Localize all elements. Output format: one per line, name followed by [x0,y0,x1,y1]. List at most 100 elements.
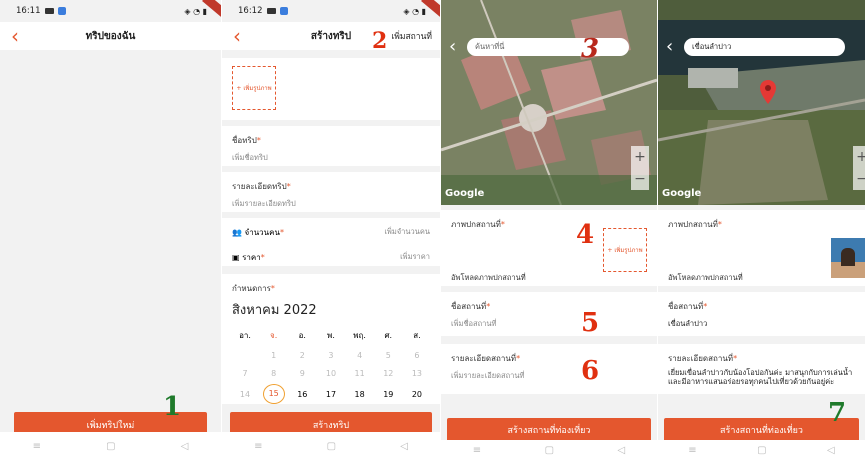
price-row[interactable]: ▣ ราคา* เพิ่มราคา [232,251,430,264]
menu-icon[interactable]: ≡ [473,445,481,456]
place-photo-section: ภาพปกสถานที่* + เพิ่มรูปภาพ อัพโหลดภาพปก… [441,210,657,286]
calendar-day: 10 [325,369,337,378]
google-logo: Google [662,188,702,199]
place-name-field[interactable]: เพิ่มชื่อสถานที่ [451,318,647,330]
calendar-day[interactable]: 20 [406,390,428,399]
calendar-day[interactable]: 17 [320,390,342,399]
required-mark: * [256,136,261,145]
price-field[interactable]: เพิ่มราคา [400,251,430,264]
status-bar: 16:11 ◈ ◔ ▮ [0,0,221,23]
home-icon[interactable]: ▢ [327,441,336,452]
back-arrow-icon[interactable]: ‹ [449,36,456,57]
home-icon[interactable]: ▢ [545,445,554,456]
menu-icon[interactable]: ≡ [688,445,696,456]
step-number: 1 [163,392,182,422]
menu-icon[interactable]: ≡ [254,441,262,452]
upload-cover-label: อัพโหลดภาพปกสถานที่ [451,273,526,282]
calendar-day: 3 [328,351,334,360]
back-icon[interactable]: ◁ [827,445,835,456]
calendar-month: สิงหาคม 2022 [232,303,317,318]
add-photo-button[interactable]: + เพิ่มรูปภาพ [232,66,276,110]
add-photo-button[interactable]: + เพิ่มรูปภาพ [603,228,647,272]
people-field[interactable]: เพิ่มจำนวนคน [384,226,430,239]
place-detail-section: รายละเอียดสถานที่* เยี่ยมเขื่อนลำปาวกับน… [658,344,865,394]
calendar-day: 2 [299,351,305,360]
map-search-input[interactable]: เขื่อนลำปาว [684,38,845,56]
price-label: ราคา [242,253,261,262]
create-place-button[interactable]: สร้างสถานที่ท่องเที่ยว [447,418,651,442]
app-header: ‹ สร้างทริป เพิ่มสถานที่ [222,22,440,50]
weekday: พ. [327,331,335,340]
required-mark: * [286,182,291,191]
system-nav-bar: ≡ ▢ ◁ [0,432,221,460]
screen-add-place: ‹ ค้นหาที่นี่ + − Google 3 ภาพปกสถานที่*… [441,0,657,460]
back-arrow-icon[interactable]: ‹ [666,36,673,57]
calendar-day[interactable]: 18 [349,390,371,399]
app-header: ‹ ทริปของฉัน [0,22,221,50]
weekday: พฤ. [353,331,366,340]
screen-add-place-filled: ‹ เขื่อนลำปาว + − Google ภาพปกสถานที่* อ… [658,0,865,460]
add-place-link[interactable]: เพิ่มสถานที่ [391,29,432,43]
screen-my-trips: 16:11 ◈ ◔ ▮ ‹ ทริปของฉัน เพิ่มทริปใหม่ 1… [0,0,221,460]
calendar-day: 1 [271,351,277,360]
trip-detail-field[interactable]: เพิ่มรายละเอียดทริป [232,198,430,210]
calendar-day: 5 [385,351,391,360]
schedule-section: กำหนดการ* สิงหาคม 2022 อา. จ. อ. พ. พฤ. … [222,274,440,404]
trip-photo-section: + เพิ่มรูปภาพ [222,58,440,120]
calendar-day: 4 [357,351,363,360]
trip-meta-section: 👥 จำนวนคน* เพิ่มจำนวนคน ▣ ราคา* เพิ่มราค… [222,218,440,266]
people-icon: 👥 [232,228,242,237]
tutorial-collage: Univ 16:11 ◈ ◔ ▮ ‹ ทริปของฉัน เพิ่มทริปใ… [0,0,865,460]
google-logo: Google [445,188,485,199]
place-name-section: ชื่อสถานที่* เขื่อนลำปาว [658,292,865,336]
step-number: 7 [828,398,847,428]
calendar-week: 7 8 9 10 11 12 13 [232,369,430,378]
calendar-day: 9 [299,369,305,378]
calendar-day[interactable]: 19 [377,390,399,399]
trip-name-field[interactable]: เพิ่มชื่อทริป [232,152,430,164]
back-icon[interactable]: ◁ [618,445,626,456]
satellite-map[interactable]: ‹ เขื่อนลำปาว + − Google [658,0,865,205]
calendar-week: 1 2 3 4 5 6 [232,351,430,360]
back-arrow-icon[interactable]: ‹ [222,22,252,50]
weekday: ส. [413,331,421,340]
calendar-day: 14 [239,389,251,399]
back-icon[interactable]: ◁ [400,441,408,452]
place-name-label: ชื่อสถานที่ [668,302,704,311]
home-icon[interactable]: ▢ [757,445,766,456]
people-row[interactable]: 👥 จำนวนคน* เพิ่มจำนวนคน [232,226,430,239]
zoom-in-icon[interactable]: + [631,146,649,168]
place-name-field[interactable]: เขื่อนลำปาว [668,318,855,330]
back-arrow-icon[interactable]: ‹ [0,22,30,50]
trip-name-section: ชื่อทริป* เพิ่มชื่อทริป [222,126,440,166]
home-icon[interactable]: ▢ [106,441,115,452]
zoom-out-icon[interactable]: − [853,168,865,190]
cover-photo-thumbnail[interactable] [831,238,865,278]
satellite-map[interactable]: ‹ ค้นหาที่นี่ + − Google [441,0,657,205]
map-imagery [441,0,657,205]
calendar-weekdays: อา. จ. อ. พ. พฤ. ศ. ส. [232,329,430,342]
place-detail-section: รายละเอียดสถานที่* เพิ่มรายละเอียดสถานที… [441,344,657,394]
map-search-input[interactable]: ค้นหาที่นี่ [467,38,629,56]
status-bar: 16:12 ◈ ◔ ▮ [222,0,440,23]
upload-cover-label: อัพโหลดภาพปกสถานที่ [668,273,743,282]
page-title: ทริปของฉัน [85,30,136,42]
signal-icon: ◈ ◔ ▮ [184,6,207,16]
calendar-day: 12 [383,369,394,378]
zoom-out-icon[interactable]: − [631,168,649,190]
notification-icon [44,8,54,14]
place-detail-label: รายละเอียดสถานที่ [451,354,517,363]
zoom-in-icon[interactable]: + [853,146,865,168]
trip-detail-section: รายละเอียดทริป* เพิ่มรายละเอียดทริป [222,172,440,212]
calendar-day[interactable]: 16 [291,390,313,399]
menu-icon[interactable]: ≡ [33,441,41,452]
place-detail-field[interactable]: เยี่ยมเขื่อนลำปาวกับน้องโอปอกันค่ะ มาสนุ… [668,368,855,386]
people-label: จำนวนคน [244,228,280,237]
calendar-day-today[interactable]: 15 [262,384,285,404]
back-icon[interactable]: ◁ [181,441,189,452]
step-number: 3 [581,34,600,64]
place-detail-field[interactable]: เพิ่มรายละเอียดสถานที่ [451,370,647,382]
calendar-week: 14 15 16 17 18 19 20 [232,384,430,404]
weekday: อา. [239,331,251,340]
calendar-day: 13 [411,369,423,378]
